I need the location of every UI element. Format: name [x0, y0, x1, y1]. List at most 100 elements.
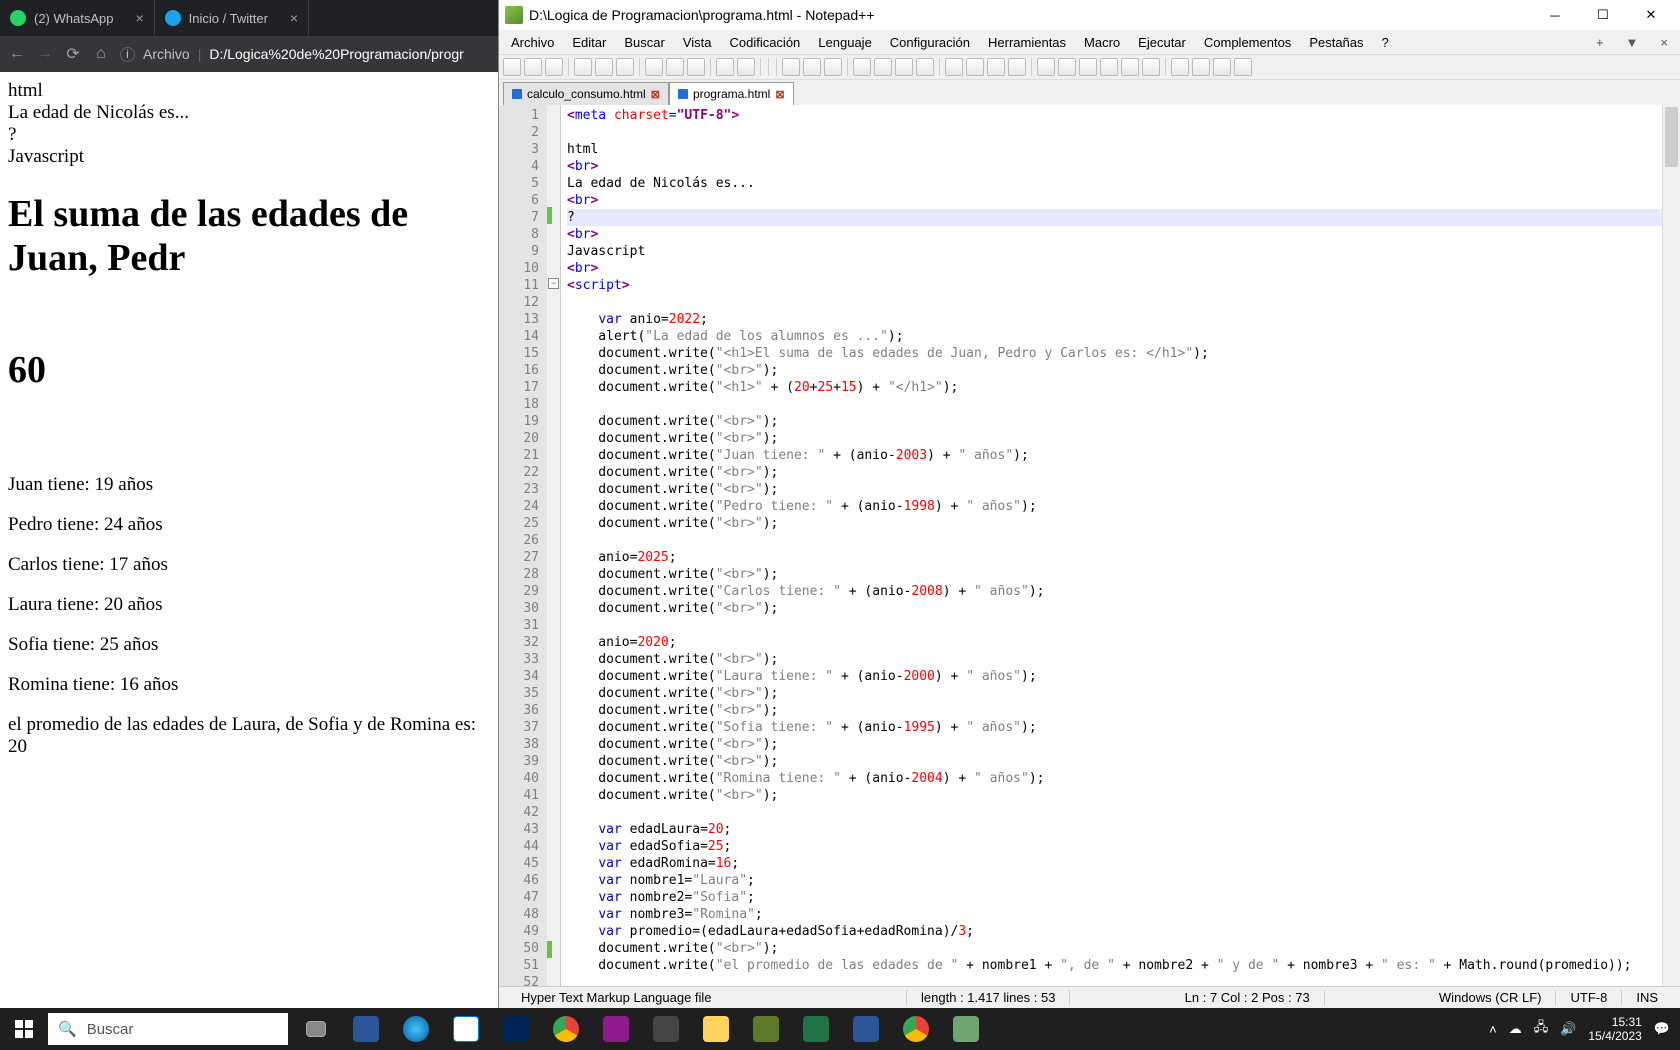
code-line[interactable]: var nombre2="Sofia";	[567, 889, 1662, 906]
code-line[interactable]: document.write("Juan tiene: " + (anio-20…	[567, 447, 1662, 464]
file-tab[interactable]: calculo_consumo.html ⊠	[503, 82, 669, 105]
code-line[interactable]: document.write("<br>");	[567, 464, 1662, 481]
toolbar-button[interactable]	[1192, 58, 1210, 76]
address-bar[interactable]: i Archivo | D:/Logica%20de%20Programacio…	[120, 46, 490, 62]
code-line[interactable]: Javascript	[567, 243, 1662, 260]
code-line[interactable]	[567, 804, 1662, 821]
chevron-down-icon[interactable]: ▼	[1618, 32, 1647, 53]
code-line[interactable]: anio=2025;	[567, 549, 1662, 566]
toolbar-button[interactable]	[524, 58, 542, 76]
browser-tab-twitter[interactable]: Inicio / Twitter ×	[155, 0, 309, 36]
task-view-icon[interactable]	[292, 1008, 340, 1050]
menu-item[interactable]: Herramientas	[980, 32, 1074, 53]
fold-margin[interactable]: −	[547, 105, 561, 986]
code-line[interactable]: var edadSofia=25;	[567, 838, 1662, 855]
toolbar-button[interactable]	[966, 58, 984, 76]
toolbar-button[interactable]	[1171, 58, 1189, 76]
toolbar-button[interactable]	[803, 58, 821, 76]
taskbar-search[interactable]: 🔍 Buscar	[48, 1013, 288, 1045]
toolbar-button[interactable]	[1121, 58, 1139, 76]
code-line[interactable]: document.write("<br>");	[567, 702, 1662, 719]
close-icon[interactable]: ⊠	[775, 88, 784, 101]
code-line[interactable]: document.write("Romina tiene: " + (anio-…	[567, 770, 1662, 787]
code-line[interactable]: document.write("<br>");	[567, 430, 1662, 447]
toolbar-button[interactable]	[1142, 58, 1160, 76]
code-line[interactable]: document.write("Pedro tiene: " + (anio-1…	[567, 498, 1662, 515]
code-line[interactable]: var nombre3="Romina";	[567, 906, 1662, 923]
maximize-button[interactable]: ☐	[1580, 1, 1626, 29]
toolbar-button[interactable]	[1234, 58, 1252, 76]
minimize-button[interactable]: ─	[1532, 1, 1578, 29]
onedrive-icon[interactable]: ☁	[1509, 1021, 1522, 1037]
code-line[interactable]	[567, 617, 1662, 634]
start-button[interactable]	[0, 1008, 48, 1050]
toolbar-button[interactable]	[874, 58, 892, 76]
toolbar-button[interactable]	[645, 58, 663, 76]
toolbar-button[interactable]	[716, 58, 734, 76]
code-line[interactable]: html	[567, 141, 1662, 158]
toolbar-button[interactable]	[545, 58, 563, 76]
toolbar-button[interactable]	[1213, 58, 1231, 76]
browser-tab-whatsapp[interactable]: (2) WhatsApp ×	[0, 0, 155, 36]
code-line[interactable]: document.write("<br>");	[567, 413, 1662, 430]
chevron-up-icon[interactable]: ˄	[1489, 1022, 1497, 1037]
toolbar-button[interactable]	[782, 58, 800, 76]
toolbar-button[interactable]	[1058, 58, 1076, 76]
toolbar-button[interactable]	[737, 58, 755, 76]
menu-item[interactable]: Macro	[1076, 32, 1128, 53]
taskbar-app[interactable]	[592, 1008, 640, 1050]
code-line[interactable]: document.write("<br>");	[567, 940, 1662, 957]
toolbar-button[interactable]	[503, 58, 521, 76]
toolbar-button[interactable]	[1008, 58, 1026, 76]
notifications-icon[interactable]: 💬	[1654, 1021, 1670, 1037]
forward-icon[interactable]: →	[36, 45, 54, 63]
menu-item[interactable]: Vista	[675, 32, 720, 53]
menu-item[interactable]: Ejecutar	[1130, 32, 1194, 53]
code-line[interactable]: document.write("<br>");	[567, 566, 1662, 583]
word-icon[interactable]	[842, 1008, 890, 1050]
code-line[interactable]: var nombre1="Laura";	[567, 872, 1662, 889]
taskbar-app[interactable]	[342, 1008, 390, 1050]
toolbar-button[interactable]	[1100, 58, 1118, 76]
code-line[interactable]: var anio=2022;	[567, 311, 1662, 328]
code-line[interactable]: var promedio=(edadLaura+edadSofia+edadRo…	[567, 923, 1662, 940]
code-line[interactable]: document.write("el promedio de las edade…	[567, 957, 1662, 974]
menu-item[interactable]: Pestañas	[1301, 32, 1371, 53]
edge-icon[interactable]	[392, 1008, 440, 1050]
code-line[interactable]: document.write("<br>");	[567, 736, 1662, 753]
scroll-thumb[interactable]	[1665, 107, 1678, 167]
code-line[interactable]: document.write("<br>");	[567, 753, 1662, 770]
code-line[interactable]: document.write("<br>");	[567, 600, 1662, 617]
toolbar-button[interactable]	[853, 58, 871, 76]
menu-item[interactable]: Editar	[564, 32, 614, 53]
toolbar-button[interactable]	[666, 58, 684, 76]
toolbar-button[interactable]	[916, 58, 934, 76]
menu-item[interactable]: Lenguaje	[810, 32, 880, 53]
code-line[interactable]: document.write("<h1>El suma de las edade…	[567, 345, 1662, 362]
file-tab-active[interactable]: programa.html ⊠	[669, 82, 794, 105]
code-line[interactable]: document.write("Carlos tiene: " + (anio-…	[567, 583, 1662, 600]
code-line[interactable]: La edad de Nicolás es...	[567, 175, 1662, 192]
code-line[interactable]: document.write("<br>");	[567, 362, 1662, 379]
code-line[interactable]: document.write("<h1>" + (20+25+15) + "</…	[567, 379, 1662, 396]
home-icon[interactable]: ⌂	[92, 45, 110, 63]
close-tab-button[interactable]: ×	[1652, 32, 1676, 53]
toolbar-button[interactable]	[1037, 58, 1055, 76]
toolbar-button[interactable]	[1079, 58, 1097, 76]
toolbar-button[interactable]	[574, 58, 592, 76]
menu-item[interactable]: Complementos	[1196, 32, 1299, 53]
toolbar-button[interactable]	[987, 58, 1005, 76]
new-tab-button[interactable]: +	[1588, 32, 1612, 53]
menu-item[interactable]: Codificación	[721, 32, 808, 53]
volume-icon[interactable]: 🔊	[1560, 1021, 1576, 1037]
excel-icon[interactable]	[792, 1008, 840, 1050]
close-icon[interactable]: ×	[135, 10, 143, 26]
toolbar-button[interactable]	[945, 58, 963, 76]
toolbar-button[interactable]	[895, 58, 913, 76]
toolbar-button[interactable]	[595, 58, 613, 76]
code-line[interactable]: <script>	[567, 277, 1662, 294]
code-line[interactable]: document.write("<br>");	[567, 651, 1662, 668]
code-line[interactable]: document.write("<br>");	[567, 685, 1662, 702]
code-line[interactable]: document.write("Sofia tiene: " + (anio-1…	[567, 719, 1662, 736]
code-line[interactable]: var edadLaura=20;	[567, 821, 1662, 838]
